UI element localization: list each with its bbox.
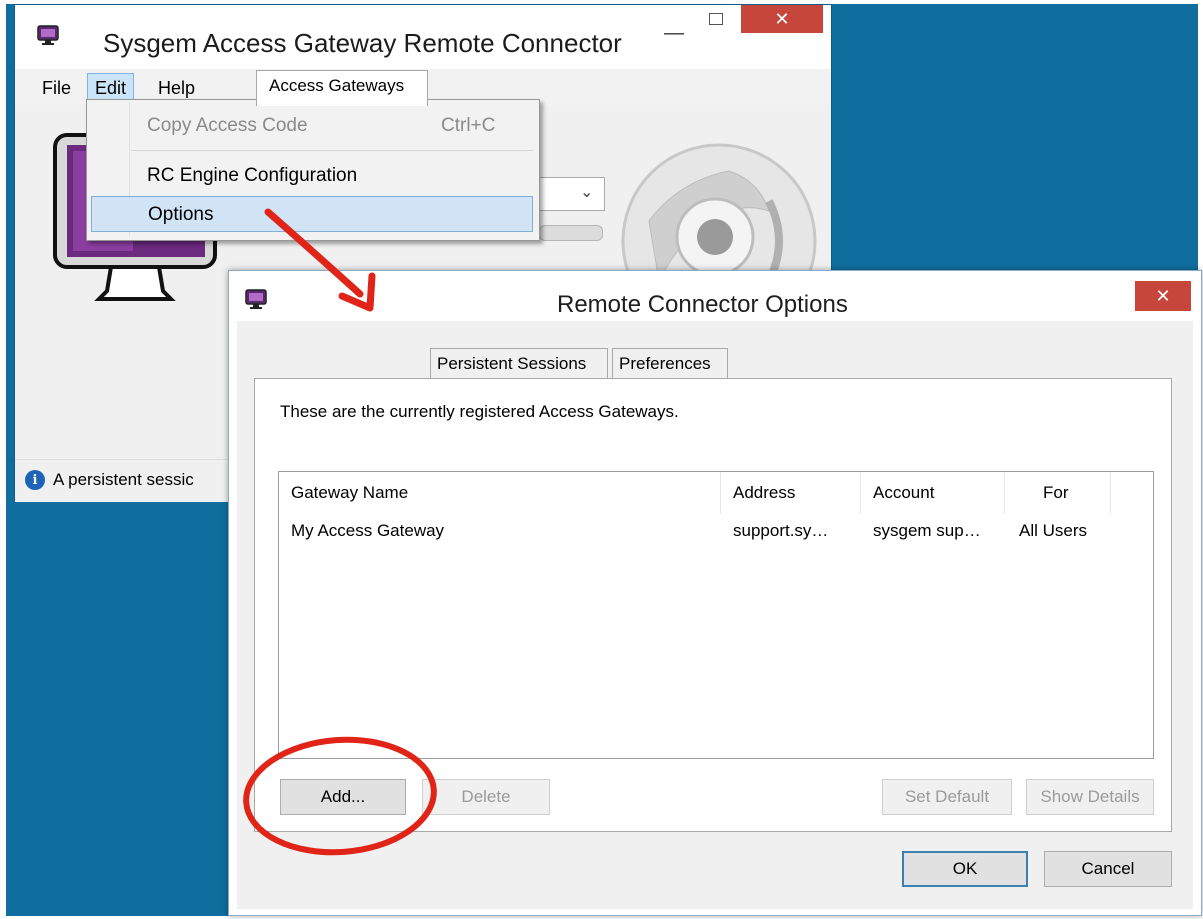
annotation-circle <box>243 736 437 856</box>
tab-access-gateways[interactable]: Access Gateways <box>256 70 428 106</box>
